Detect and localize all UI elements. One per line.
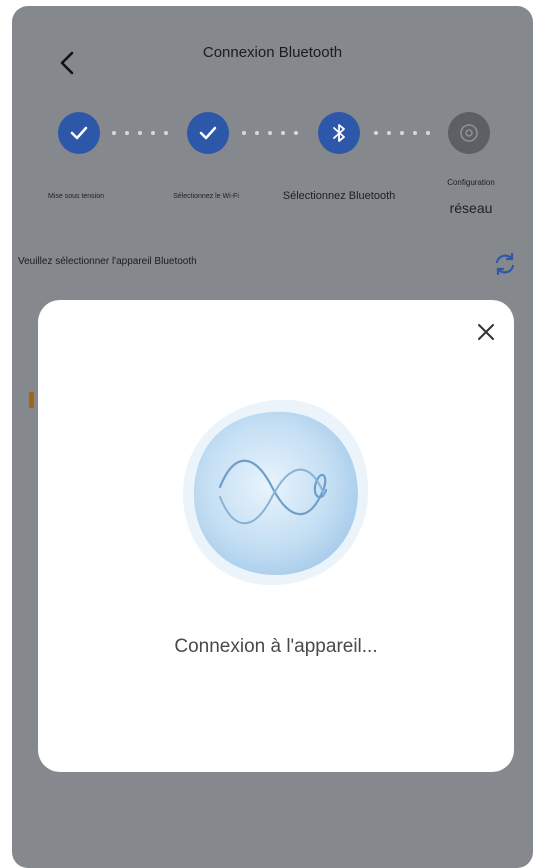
step-2-circle — [187, 112, 229, 154]
step-1-circle — [58, 112, 100, 154]
close-icon — [478, 324, 494, 340]
wave-orb-icon — [182, 399, 369, 586]
check-icon — [199, 126, 217, 140]
check-icon — [70, 126, 88, 140]
step-4-label-line1: Configuration — [447, 178, 495, 187]
step-2-label: Sélectionnez le Wi-Fi — [173, 193, 239, 200]
close-button[interactable] — [474, 320, 498, 344]
progress-stepper — [12, 112, 533, 156]
step-3-label: Sélectionnez Bluetooth — [282, 190, 396, 202]
step-4-label-line2: réseau — [449, 200, 493, 216]
network-config-icon — [460, 124, 478, 142]
step-connector-2 — [242, 131, 298, 135]
connecting-animation — [176, 392, 376, 592]
step-1-label: Mise sous tension — [47, 193, 105, 200]
page-title: Connexion Bluetooth — [202, 44, 343, 61]
step-3-circle — [318, 112, 360, 154]
app-screen: Connexion Bluetooth Mise sous tension Sé… — [12, 6, 533, 868]
refresh-button[interactable] — [492, 251, 518, 277]
device-list-indicator — [29, 392, 34, 408]
bluetooth-icon — [333, 124, 345, 142]
step-4-circle — [448, 112, 490, 154]
connecting-dialog: Connexion à l'appareil... — [38, 300, 514, 772]
step-connector-1 — [112, 131, 168, 135]
connecting-status-text: Connexion à l'appareil... — [174, 636, 378, 657]
step-connector-3 — [374, 131, 430, 135]
refresh-icon — [495, 252, 515, 276]
page: Connexion Bluetooth Mise sous tension Sé… — [0, 0, 533, 868]
instruction-text: Veuillez sélectionner l'appareil Bluetoo… — [18, 256, 197, 267]
